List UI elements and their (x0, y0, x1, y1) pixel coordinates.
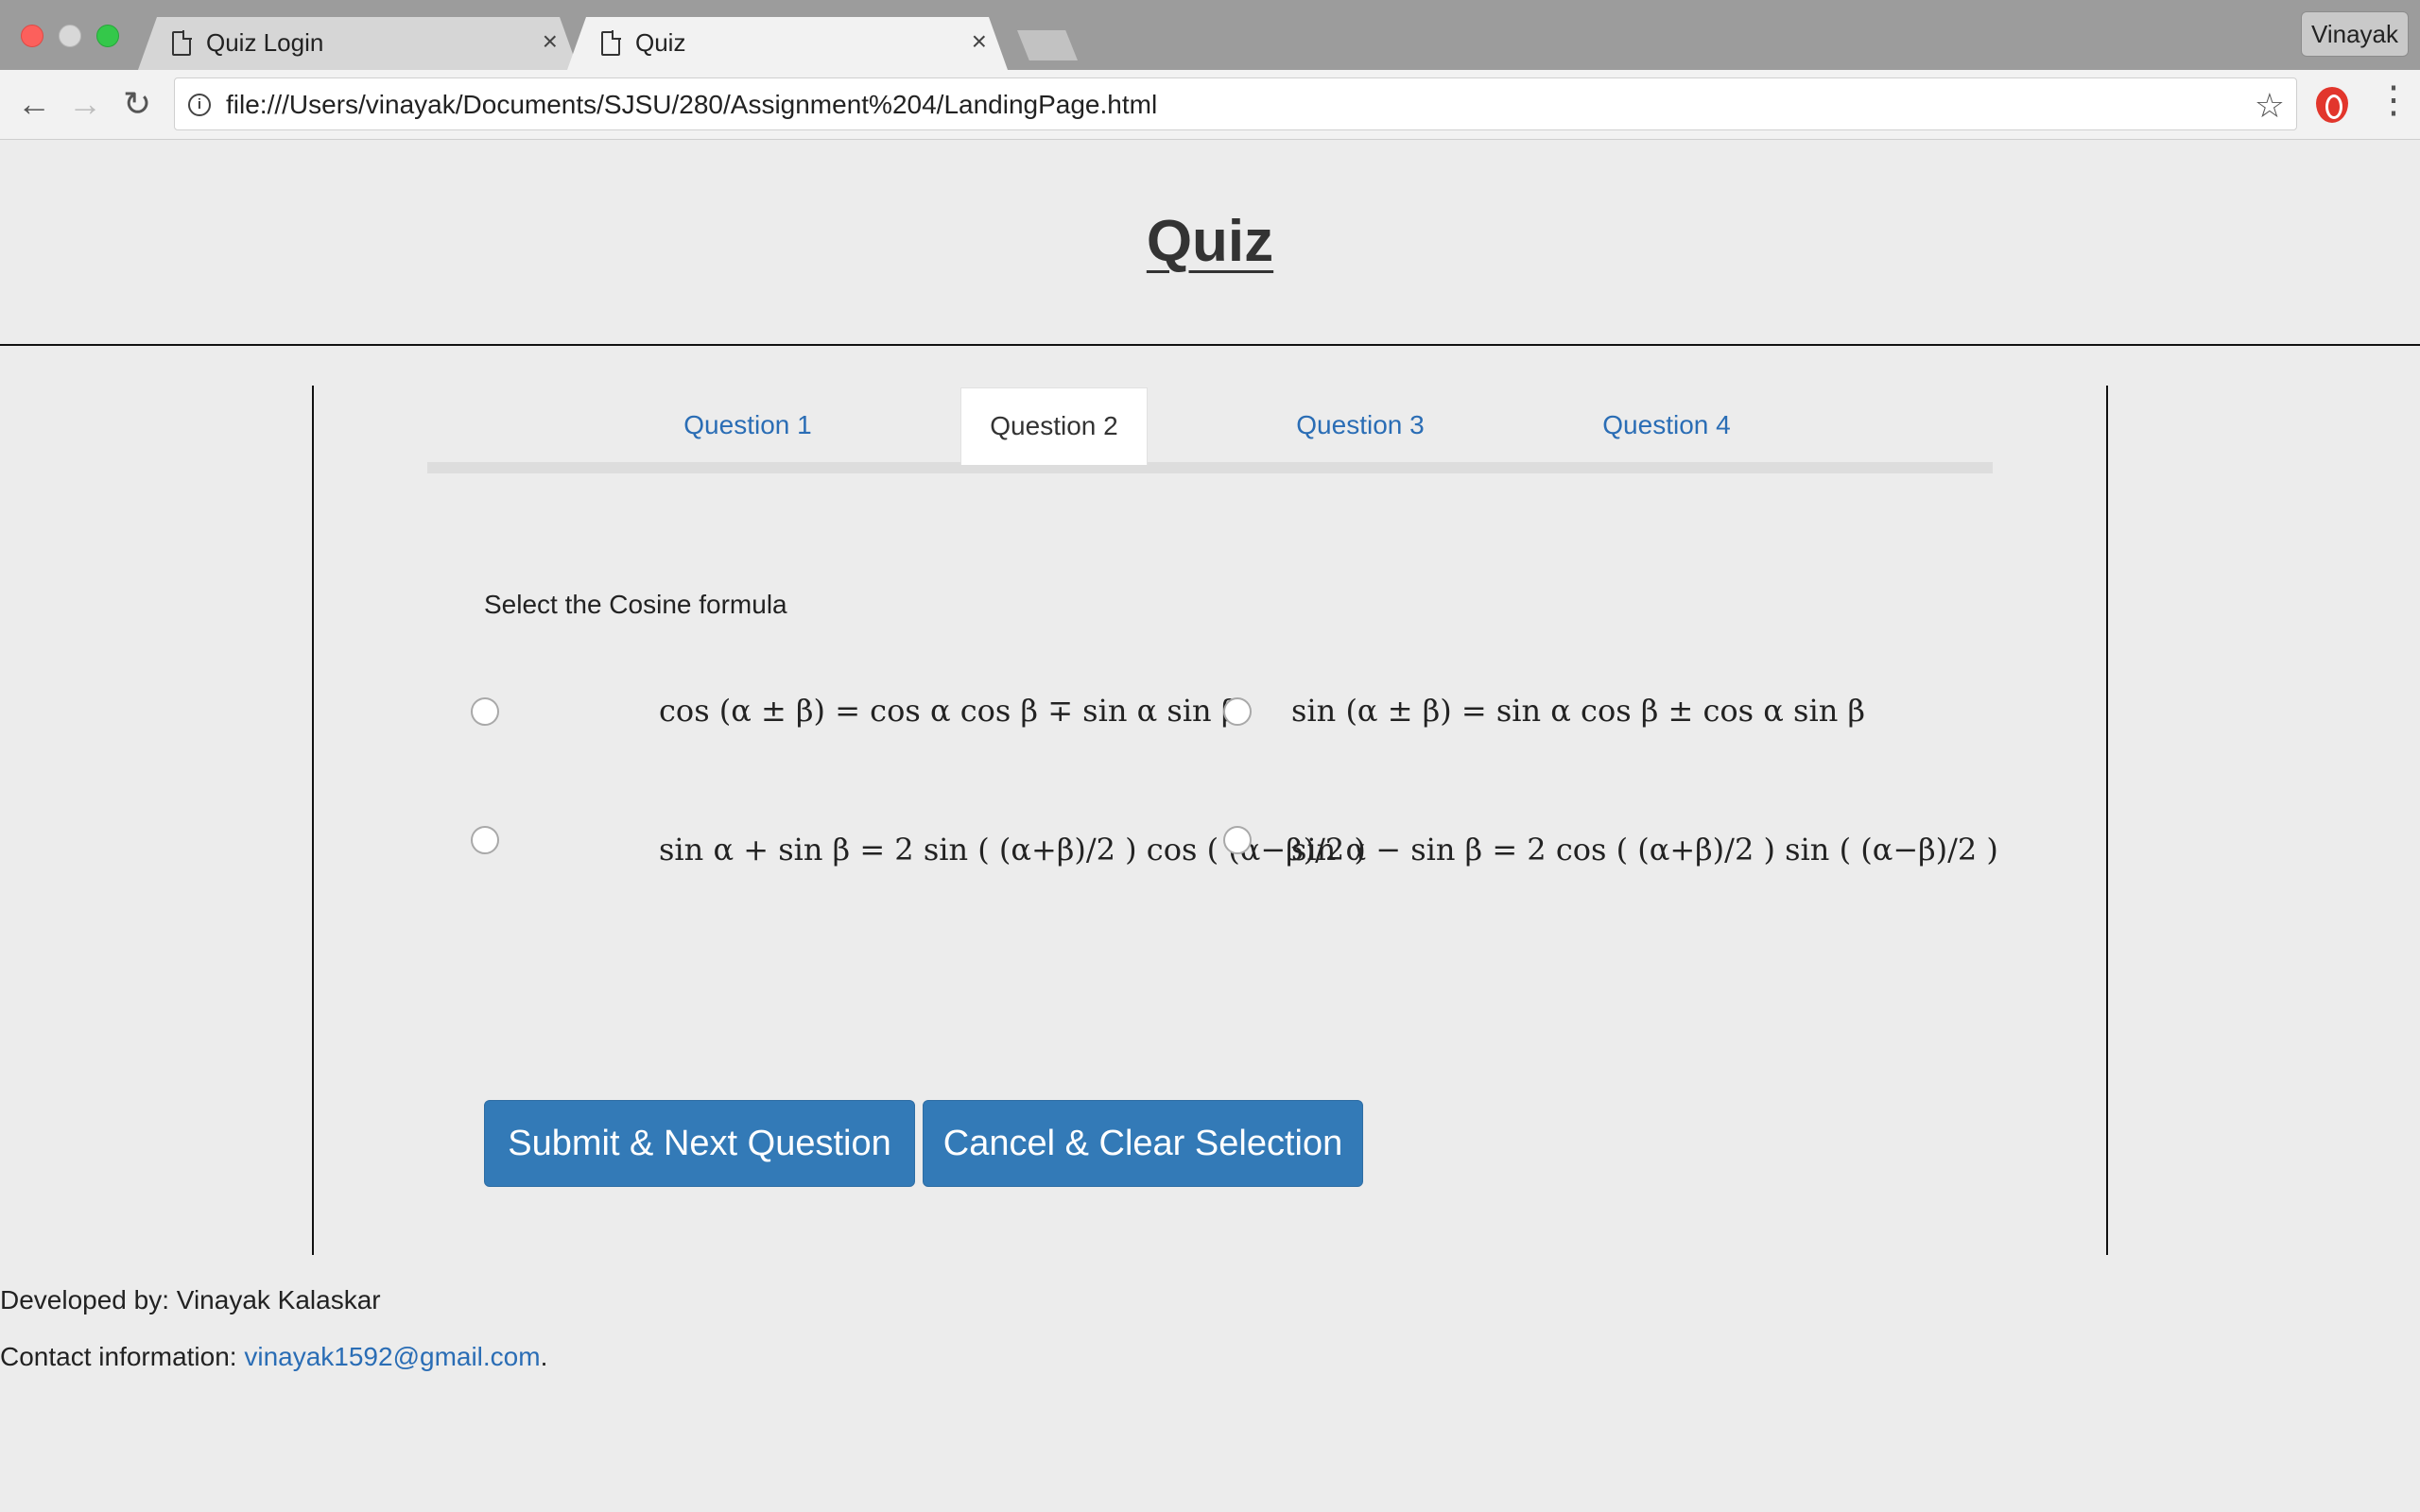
extension-icon[interactable] (2316, 87, 2348, 123)
panel-border-left (312, 386, 314, 1255)
back-arrow-icon[interactable]: ← (17, 85, 51, 123)
new-tab-button[interactable] (1017, 30, 1078, 60)
page-icon (172, 30, 192, 56)
email-link[interactable]: vinayak1592@gmail.com (244, 1342, 540, 1371)
panel-border-right (2106, 386, 2108, 1255)
option-2-radio[interactable] (1223, 697, 1252, 726)
profile-button[interactable]: Vinayak (2301, 11, 2409, 57)
forward-arrow-icon[interactable]: → (68, 85, 102, 123)
submit-next-button[interactable]: Submit & Next Question (484, 1100, 915, 1187)
page-title: Quiz (1146, 209, 1274, 274)
contact-label: Contact information: (0, 1342, 245, 1371)
url-text[interactable]: file:///Users/vinayak/Documents/SJSU/280… (226, 90, 1157, 120)
divider (0, 344, 2420, 346)
tab-title: Quiz (635, 28, 686, 57)
browser-tab-quiz-login[interactable]: Quiz Login × (138, 17, 579, 70)
zoom-window-button[interactable] (96, 25, 119, 47)
close-window-button[interactable] (21, 25, 43, 47)
browser-titlebar: Quiz Login × Quiz × Vinayak (0, 0, 2420, 70)
page-icon (601, 30, 621, 56)
close-icon[interactable]: × (972, 26, 987, 57)
tab-title: Quiz Login (206, 28, 324, 57)
contact-info: Contact information: vinayak1592@gmail.c… (0, 1342, 547, 1372)
info-icon[interactable]: i (188, 94, 211, 116)
option-2-formula: sin (α ± β) = sin α cos β ± cos α sin β (1291, 693, 1865, 729)
option-1-formula: cos (α ± β) = cos α cos β ∓ sin α sin β (659, 693, 1239, 729)
tab-question-4[interactable]: Question 4 (1573, 387, 1760, 465)
address-bar[interactable]: i file:///Users/vinayak/Documents/SJSU/2… (174, 77, 2297, 130)
cancel-clear-button[interactable]: Cancel & Clear Selection (923, 1100, 1363, 1187)
option-1-radio[interactable] (471, 697, 499, 726)
tab-question-2[interactable]: Question 2 (960, 387, 1148, 465)
option-3-formula: sin α + sin β = 2 sin ( (α+β)/2 ) cos ( … (659, 832, 1366, 868)
contact-period: . (540, 1342, 548, 1371)
browser-menu-icon[interactable]: ⋮ (2375, 81, 2412, 119)
option-4-formula: sin α − sin β = 2 cos ( (α+β)/2 ) sin ( … (1291, 832, 1998, 868)
close-icon[interactable]: × (543, 26, 558, 57)
minimize-window-button[interactable] (59, 25, 81, 47)
developer-credit: Developed by: Vinayak Kalaskar (0, 1285, 381, 1314)
tab-question-3[interactable]: Question 3 (1267, 387, 1454, 465)
browser-toolbar: ← → ↻ i file:///Users/vinayak/Documents/… (0, 70, 2420, 140)
option-4-radio[interactable] (1223, 826, 1252, 854)
reload-icon[interactable]: ↻ (123, 85, 151, 123)
browser-tab-quiz[interactable]: Quiz × (567, 17, 1008, 70)
option-3-radio[interactable] (471, 826, 499, 854)
bookmark-star-icon[interactable]: ☆ (2255, 86, 2285, 126)
question-prompt: Select the Cosine formula (484, 590, 787, 619)
tab-question-1[interactable]: Question 1 (654, 387, 841, 465)
